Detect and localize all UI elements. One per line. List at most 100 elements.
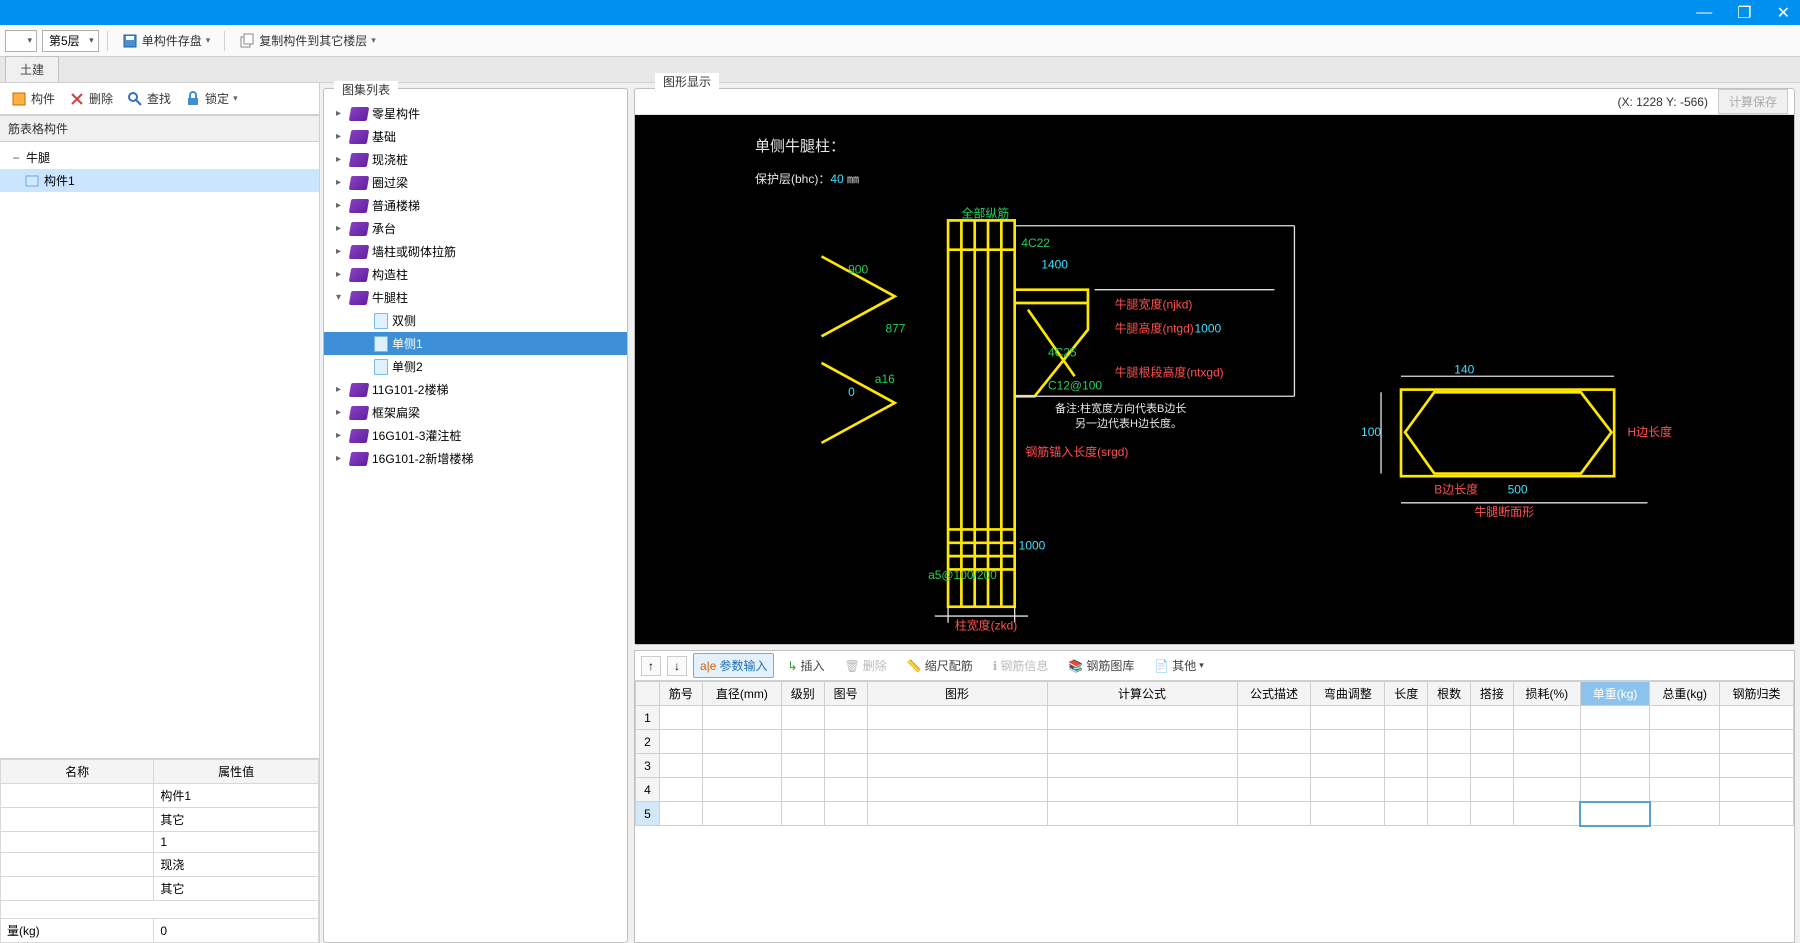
grid-cell[interactable] [1580,754,1650,778]
grid-cell[interactable] [867,730,1047,754]
close-icon[interactable]: ✕ [1777,3,1790,23]
grid-cell[interactable] [824,754,867,778]
grid-cell[interactable] [1720,706,1794,730]
calc-save-button[interactable]: 计算保存 [1718,89,1788,114]
atlas-item[interactable]: ▸11G101-2楼梯 [324,378,627,401]
grid-cell[interactable] [1047,730,1237,754]
grid-cell[interactable] [1650,730,1720,754]
move-up-button[interactable]: ↑ [641,656,661,676]
grid-cell[interactable] [1237,754,1311,778]
row-header[interactable]: 3 [636,754,660,778]
grid-header[interactable]: 级别 [781,682,824,706]
grid-header[interactable]: 长度 [1385,682,1428,706]
other-button[interactable]: 📄其他▾ [1147,653,1211,678]
grid-cell[interactable] [1513,778,1580,802]
param-input-button[interactable]: a|e参数输入 [693,653,774,678]
grid-cell[interactable] [1650,706,1720,730]
grid-cell[interactable] [1311,754,1385,778]
grid-cell[interactable] [1650,778,1720,802]
expand-icon[interactable]: ▸ [336,154,346,165]
grid-cell[interactable] [1385,778,1428,802]
maximize-icon[interactable]: ❐ [1737,3,1751,23]
grid-cell[interactable] [781,706,824,730]
grid-cell[interactable] [1385,706,1428,730]
grid-cell[interactable] [1471,754,1514,778]
grid-cell[interactable] [1237,706,1311,730]
grid-cell[interactable] [702,778,781,802]
grid-cell[interactable] [1471,778,1514,802]
grid-header[interactable]: 损耗(%) [1513,682,1580,706]
delete-button[interactable]: 删除 [63,87,119,111]
atlas-item[interactable]: ▸基础 [324,125,627,148]
row-header[interactable]: 4 [636,778,660,802]
grid-header[interactable]: 单重(kg) [1580,682,1650,706]
grid-cell[interactable] [1580,730,1650,754]
grid-cell[interactable] [1311,802,1385,826]
expand-icon[interactable]: ▸ [336,407,346,418]
atlas-item[interactable]: ▸墙柱或砌体拉筋 [324,240,627,263]
grid-cell[interactable] [1237,778,1311,802]
expand-icon[interactable]: ▸ [336,177,346,188]
grid-header[interactable]: 钢筋归类 [1720,682,1794,706]
rebar-library-button[interactable]: 📚钢筋图库 [1061,653,1141,678]
grid-header[interactable]: 计算公式 [1047,682,1237,706]
grid-header[interactable]: 总重(kg) [1650,682,1720,706]
grid-cell[interactable] [1047,706,1237,730]
prop-cell[interactable]: 现浇 [154,853,319,877]
atlas-item[interactable]: ▸构造柱 [324,263,627,286]
grid-cell[interactable] [1428,706,1471,730]
atlas-item[interactable]: ▸框架扁梁 [324,401,627,424]
atlas-item[interactable]: ▸圈过梁 [324,171,627,194]
prop-cell[interactable]: 1 [154,832,319,853]
drawing-canvas[interactable]: 单侧牛腿柱： 保护层(bhc)：40 ㎜ 备注:柱宽度方向代表B边长 另一边代表… [635,115,1794,644]
grid-cell[interactable] [1047,778,1237,802]
grid-cell[interactable] [1580,706,1650,730]
grid-cell[interactable] [824,730,867,754]
grid-cell[interactable] [1428,802,1471,826]
grid-header[interactable]: 筋号 [660,682,703,706]
grid-cell[interactable] [1720,802,1794,826]
expand-icon[interactable]: ▸ [336,200,346,211]
find-button[interactable]: 查找 [121,87,177,111]
grid-cell[interactable] [1428,730,1471,754]
grid-cell[interactable] [1580,778,1650,802]
grid-cell[interactable] [867,706,1047,730]
grid-cell[interactable] [660,778,703,802]
atlas-child-item[interactable]: 单侧2 [324,355,627,378]
insert-button[interactable]: ↳插入 [780,653,831,678]
delete-row-button[interactable]: 🗑删除 [838,653,894,678]
grid-cell[interactable] [1237,802,1311,826]
floor-dropdown[interactable]: 第5层 [42,30,99,52]
prop-cell[interactable]: 其它 [154,877,319,901]
grid-cell[interactable] [867,754,1047,778]
grid-cell[interactable] [1428,778,1471,802]
prop-cell[interactable]: 构件1 [154,784,319,808]
expand-icon[interactable]: ▸ [336,384,346,395]
atlas-item[interactable]: ▸普通楼梯 [324,194,627,217]
grid-cell[interactable] [824,706,867,730]
copy-floors-button[interactable]: 复制构件到其它楼层 ▾ [233,29,382,53]
grid-cell[interactable] [1720,730,1794,754]
grid-header[interactable]: 搭接 [1471,682,1514,706]
atlas-item[interactable]: ▸16G101-2新增楼梯 [324,447,627,470]
grid-header[interactable]: 图号 [824,682,867,706]
tree-item-component1[interactable]: 构件1 [0,169,319,192]
minimize-icon[interactable]: — [1696,4,1712,22]
grid-cell[interactable] [1385,754,1428,778]
rebar-grid[interactable]: 筋号直径(mm)级别图号图形计算公式公式描述弯曲调整长度根数搭接损耗(%)单重(… [635,681,1794,942]
grid-cell[interactable] [702,730,781,754]
grid-cell[interactable] [702,706,781,730]
grid-cell[interactable] [702,754,781,778]
atlas-item[interactable]: ▸现浇桩 [324,148,627,171]
grid-cell[interactable] [1650,802,1720,826]
grid-cell[interactable] [1650,754,1720,778]
grid-cell[interactable] [1311,730,1385,754]
grid-cell[interactable] [1513,706,1580,730]
grid-cell[interactable] [660,802,703,826]
scale-rebar-button[interactable]: 📏缩尺配筋 [900,653,980,678]
grid-cell[interactable] [660,706,703,730]
save-single-button[interactable]: 单构件存盘 ▾ [116,29,217,53]
grid-cell[interactable] [781,802,824,826]
grid-cell[interactable] [824,778,867,802]
expand-icon[interactable]: ▸ [336,246,346,257]
